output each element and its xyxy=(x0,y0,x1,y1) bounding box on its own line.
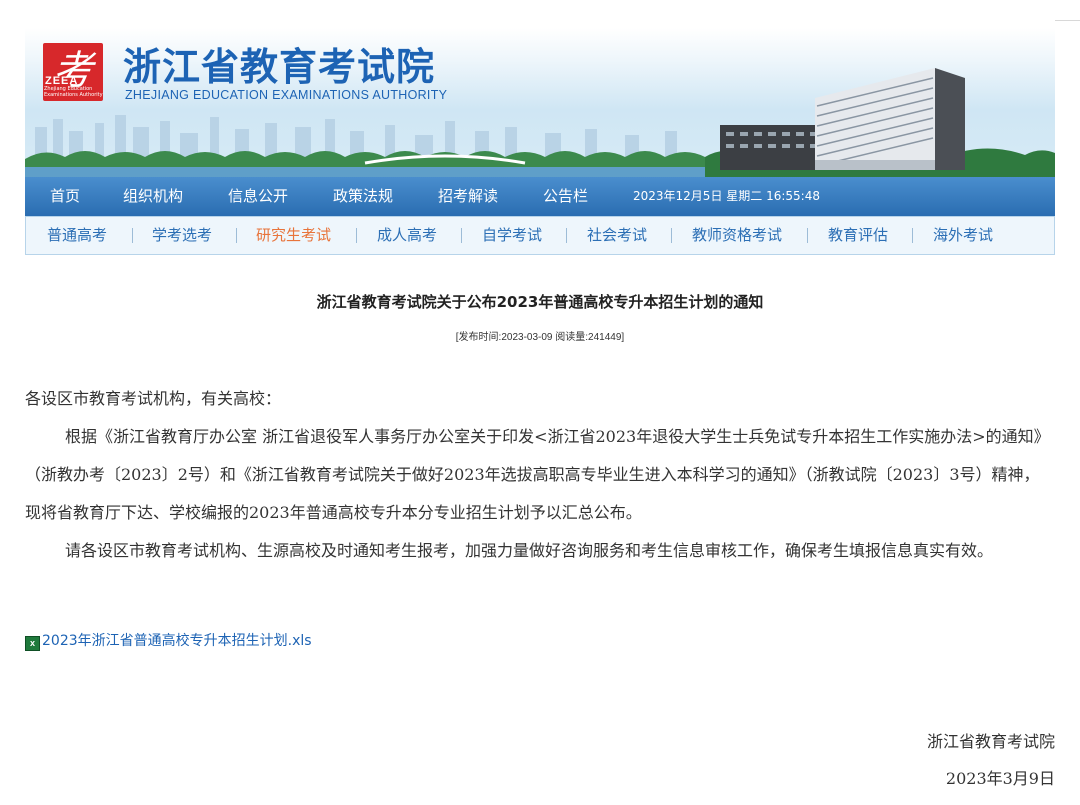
subnav-separator xyxy=(807,228,808,243)
subnav-item-overseas[interactable]: 海外考试 xyxy=(933,217,993,254)
attachment-filename[interactable]: 2023年浙江省普通高校专升本招生计划.xls xyxy=(42,633,312,649)
subnav-item-social[interactable]: 社会考试 xyxy=(587,217,647,254)
subnav-separator xyxy=(132,228,133,243)
nav-item-organization[interactable]: 组织机构 xyxy=(123,177,183,216)
article-date: 2023年3月9日 xyxy=(945,769,1055,788)
nav-item-home[interactable]: 首页 xyxy=(50,177,80,216)
nav-item-bulletin[interactable]: 公告栏 xyxy=(543,177,588,216)
subnav-item-gaokao[interactable]: 普通高考 xyxy=(47,217,107,254)
nav-item-info-disclosure[interactable]: 信息公开 xyxy=(228,177,288,216)
low-building-illustration xyxy=(720,125,830,170)
subnav-separator xyxy=(912,228,913,243)
subnav-separator xyxy=(461,228,462,243)
current-datetime: 2023年12月5日 星期二 16:55:48 xyxy=(633,189,820,203)
article-body: 各设区市教育考试机构，有关高校： 根据《浙江省教育厅办公室 浙江省退役军人事务厅… xyxy=(25,380,1055,570)
subnav-item-xuekao[interactable]: 学考选考 xyxy=(152,217,212,254)
main-nav: 首页 组织机构 信息公开 政策法规 招考解读 公告栏 2023年12月5日 星期… xyxy=(25,177,1055,216)
nav-item-policies[interactable]: 政策法规 xyxy=(333,177,393,216)
sub-nav: 普通高考 学考选考 研究生考试 成人高考 自学考试 社会考试 教师资格考试 教育… xyxy=(25,216,1055,255)
site-title: 浙江省教育考试院 xyxy=(123,45,436,89)
page-container: 考 ZEEA Zhejiang Education Examinations A… xyxy=(25,0,1055,788)
subnav-item-graduate[interactable]: 研究生考试 xyxy=(256,217,331,254)
nav-item-exam-interpretation[interactable]: 招考解读 xyxy=(438,177,498,216)
tower-building-illustration xyxy=(815,68,965,170)
article-signature: 浙江省教育考试院 xyxy=(926,732,1055,751)
attachment-link[interactable]: x 2023年浙江省普通高校专升本招生计划.xls xyxy=(25,630,312,651)
subnav-separator xyxy=(236,228,237,243)
subnav-separator xyxy=(671,228,672,243)
article-title: 浙江省教育考试院关于公布2023年普通高校专升本招生计划的通知 xyxy=(316,293,764,311)
subnav-item-teacher-cert[interactable]: 教师资格考试 xyxy=(692,217,782,254)
subnav-item-self-study[interactable]: 自学考试 xyxy=(482,217,542,254)
article-paragraph: 请各设区市教育考试机构、生源高校及时通知考生报考，加强力量做好咨询服务和考生信息… xyxy=(65,541,994,560)
subnav-item-adult[interactable]: 成人高考 xyxy=(377,217,437,254)
subnav-item-evaluation[interactable]: 教育评估 xyxy=(828,217,888,254)
subnav-separator xyxy=(356,228,357,243)
site-banner: 考 ZEEA Zhejiang Education Examinations A… xyxy=(25,0,1055,177)
article-greeting: 各设区市教育考试机构，有关高校： xyxy=(25,389,282,408)
article-paragraph: 根据《浙江省教育厅办公室 浙江省退役军人事务厅办公室关于印发<浙江省2023年退… xyxy=(25,427,1050,522)
excel-file-icon: x xyxy=(25,636,40,651)
article-meta: [发布时间:2023-03-09 阅读量:241449] xyxy=(455,332,625,343)
subnav-separator xyxy=(566,228,567,243)
